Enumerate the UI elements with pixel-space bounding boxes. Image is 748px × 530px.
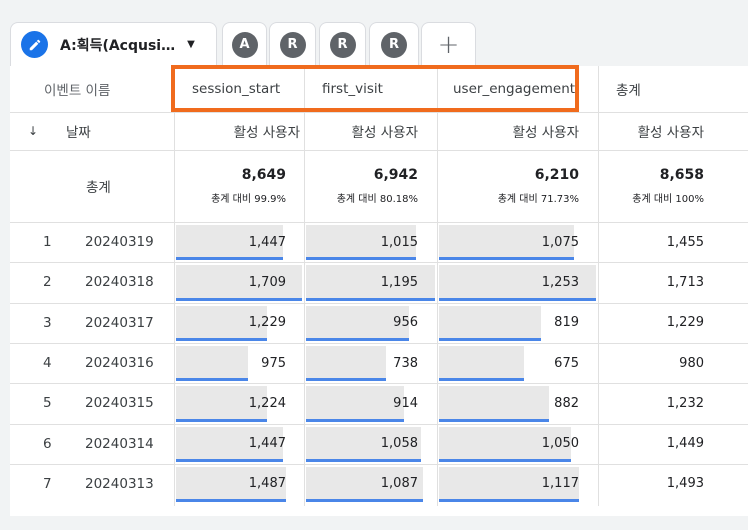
metric-header[interactable]: 활성 사용자 [304,112,418,150]
segment-r-icon: R [381,31,407,58]
column-total: 8,649 [241,167,286,183]
row-divider [10,112,748,113]
column-total-share: 총계 대비 100% [632,193,704,205]
table-cell: 1,050 [541,436,579,452]
add-tab-button[interactable]: + [421,22,476,66]
segment-a-icon: A [231,31,258,58]
table-cell: 1,229 [248,315,286,331]
table-cell: 914 [393,395,418,411]
column-total: 8,658 [659,167,704,183]
row-index: 1 [43,234,52,251]
arrow-down-icon[interactable]: ↓ [28,112,38,150]
tab-exploration-main[interactable]: A:획득(Acqusi… ▼ [10,22,217,66]
row-index: 7 [43,475,52,492]
row-date: 20240315 [85,395,154,412]
row-divider [10,303,748,304]
table-cell: 1,253 [541,274,579,290]
row-divider [10,424,748,425]
row-divider [10,222,748,223]
date-header[interactable]: 날짜 [66,112,91,150]
column-divider [174,66,175,506]
row-date: 20240313 [85,475,154,492]
row-index: 2 [43,274,52,291]
row-index: 6 [43,435,52,452]
segment-r-icon: R [329,31,356,58]
tab-segment-r1[interactable]: R [269,22,316,66]
column-total-share: 총계 대비 80.18% [336,193,418,205]
column-total-share: 총계 대비 99.9% [211,193,286,205]
tab-bar: A:획득(Acqusi… ▼ A R R R + [0,0,748,66]
data-table: 이벤트 이름 session_start first_visit user_en… [10,65,748,516]
tab-segment-a[interactable]: A [222,22,267,66]
row-index: 5 [43,395,52,412]
table-cell: 1,087 [380,476,418,492]
table-cell: 980 [679,355,704,371]
total-row-label: 총계 [86,180,111,196]
table-cell: 1,493 [666,476,704,492]
table-cell: 1,449 [666,436,704,452]
table-cell: 1,229 [666,315,704,331]
row-date: 20240317 [85,314,154,331]
dimension-header[interactable]: 이벤트 이름 [44,66,110,112]
table-cell: 1,224 [248,395,286,411]
table-cell: 1,015 [380,234,418,250]
table-cell: 738 [393,355,418,371]
table-cell: 956 [393,315,418,331]
metric-header[interactable]: 활성 사용자 [174,112,300,150]
table-cell: 675 [554,355,579,371]
row-divider [10,262,748,263]
row-divider [10,150,748,151]
table-cell: 882 [554,395,579,411]
segment-r-icon: R [279,31,306,58]
row-divider [10,464,748,465]
plus-icon: + [437,29,460,60]
column-total: 6,210 [534,167,579,183]
tab-segment-r3[interactable]: R [369,22,419,66]
row-date: 20240319 [85,234,154,251]
row-index: 4 [43,355,52,372]
column-divider [304,66,305,506]
table-cell: 1,195 [380,274,418,290]
tab-segment-r2[interactable]: R [319,22,366,66]
tab-main-label: A:획득(Acqusi… [60,37,176,54]
table-cell: 1,455 [666,234,704,250]
row-date: 20240314 [85,435,154,452]
edit-pencil-icon[interactable] [21,31,48,58]
metric-header[interactable]: 활성 사용자 [598,112,704,150]
table-cell: 1,058 [380,436,418,452]
column-header-total[interactable]: 총계 [616,66,641,112]
column-divider [437,66,438,506]
table-cell: 1,709 [248,274,286,290]
chevron-down-icon[interactable]: ▼ [187,39,195,50]
row-date: 20240316 [85,355,154,372]
table-cell: 1,232 [666,395,704,411]
column-total: 6,942 [373,167,418,183]
highlight-box [171,65,579,112]
metric-header[interactable]: 활성 사용자 [437,112,579,150]
table-cell: 1,447 [248,436,286,452]
table-cell: 819 [554,315,579,331]
column-divider [598,66,599,506]
row-divider [10,383,748,384]
table-cell: 975 [261,355,286,371]
row-divider [10,343,748,344]
table-cell: 1,117 [541,476,579,492]
table-cell: 1,075 [541,234,579,250]
table-cell: 1,713 [666,274,704,290]
row-date: 20240318 [85,274,154,291]
column-total-share: 총계 대비 71.73% [497,193,579,205]
table-cell: 1,487 [248,476,286,492]
table-cell: 1,447 [248,234,286,250]
row-index: 3 [43,314,52,331]
